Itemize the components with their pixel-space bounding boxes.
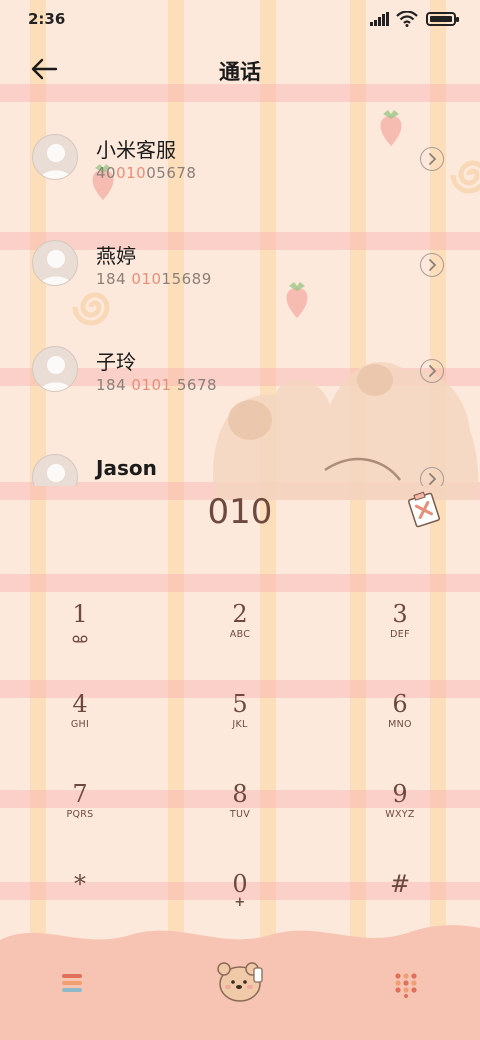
dialpad-icon [395, 973, 417, 998]
contact-item[interactable]: 子玲 184 0101 5678 [0, 332, 480, 412]
contact-name: 子玲 [96, 350, 136, 374]
key-star[interactable]: * [20, 870, 140, 940]
contact-item[interactable]: 燕婷 184 01015689 [0, 226, 480, 306]
menu-button[interactable] [60, 972, 86, 998]
battery-icon [426, 12, 459, 26]
sticky-note-icon [408, 491, 440, 528]
header: 通话 [0, 50, 480, 90]
person-icon [39, 250, 73, 285]
key-hash[interactable]: # [340, 870, 460, 940]
signal-icon [370, 12, 389, 26]
status-bar: 2:36 [0, 0, 480, 38]
contact-item[interactable]: Jason [0, 440, 480, 486]
chevron-right-icon [429, 365, 437, 377]
contact-item[interactable]: 小米客服 4001005678 [0, 120, 480, 200]
contact-list: 小米客服 4001005678 燕婷 184 01015689 子玲 184 0… [0, 120, 480, 486]
avatar [32, 346, 78, 392]
chevron-right-icon [429, 259, 437, 271]
contact-detail-button[interactable] [420, 253, 444, 277]
key-8[interactable]: 8 TUV [180, 780, 300, 850]
contact-detail-button[interactable] [420, 467, 444, 486]
contact-number: 4001005678 [96, 164, 197, 182]
contact-name: Jason [96, 456, 157, 480]
avatar [32, 240, 78, 286]
avatar [32, 134, 78, 180]
key-3[interactable]: 3 DEF [340, 600, 460, 670]
voicemail-icon [72, 635, 88, 643]
key-6[interactable]: 6 MNO [340, 690, 460, 760]
contact-detail-button[interactable] [420, 359, 444, 383]
key-5[interactable]: 5 JKL [180, 690, 300, 760]
key-7[interactable]: 7 PQRS [20, 780, 140, 850]
key-2[interactable]: 2 ABC [180, 600, 300, 670]
person-icon [39, 356, 73, 391]
person-icon [47, 464, 65, 482]
person-icon [39, 144, 73, 179]
key-9[interactable]: 9 WXYZ [340, 780, 460, 850]
contact-number: 184 01015689 [96, 270, 212, 288]
bear-call-icon [217, 962, 263, 1002]
contact-detail-button[interactable] [420, 147, 444, 171]
avatar [32, 454, 78, 486]
wifi-icon [396, 11, 418, 27]
note-button[interactable] [404, 490, 444, 530]
chevron-right-icon [429, 473, 437, 485]
key-0[interactable]: 0 + [180, 870, 300, 940]
key-1[interactable]: 1 [20, 600, 140, 670]
contact-name: 小米客服 [96, 138, 176, 162]
contact-name: 燕婷 [96, 244, 136, 268]
menu-icon [62, 974, 82, 992]
keypad: 1 2 ABC 3 DEF 4 GHI 5 JKL 6 MNO 7 PQRS 8… [0, 590, 480, 920]
chevron-right-icon [429, 153, 437, 165]
status-time: 2:36 [28, 10, 66, 28]
key-4[interactable]: 4 GHI [20, 690, 140, 760]
call-button[interactable] [214, 956, 268, 1010]
contact-number: 184 0101 5678 [96, 376, 218, 394]
dialpad-button[interactable] [394, 972, 418, 1002]
page-title: 通话 [219, 60, 261, 84]
